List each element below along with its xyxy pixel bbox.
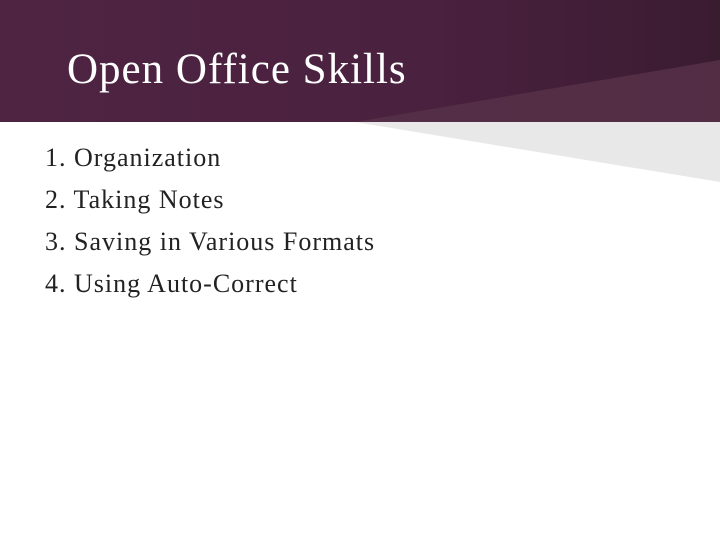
skills-list: 1. Organization 2. Taking Notes 3. Savin…: [45, 137, 375, 305]
item-text: Organization: [74, 143, 222, 172]
item-text: Taking Notes: [73, 185, 225, 214]
item-text: Saving in Various Formats: [74, 227, 376, 256]
list-item: 2. Taking Notes: [45, 179, 375, 221]
item-number: 4.: [45, 269, 67, 298]
item-number: 1.: [45, 143, 67, 172]
item-text: Using Auto-Correct: [74, 269, 298, 298]
item-number: 3.: [45, 227, 67, 256]
item-number: 2.: [45, 185, 67, 214]
list-item: 1. Organization: [45, 137, 375, 179]
list-item: 3. Saving in Various Formats: [45, 221, 375, 263]
accent-triangle: [355, 60, 720, 122]
gray-triangle: [355, 122, 720, 182]
list-item: 4. Using Auto-Correct: [45, 263, 375, 305]
slide-title: Open Office Skills: [67, 46, 407, 93]
